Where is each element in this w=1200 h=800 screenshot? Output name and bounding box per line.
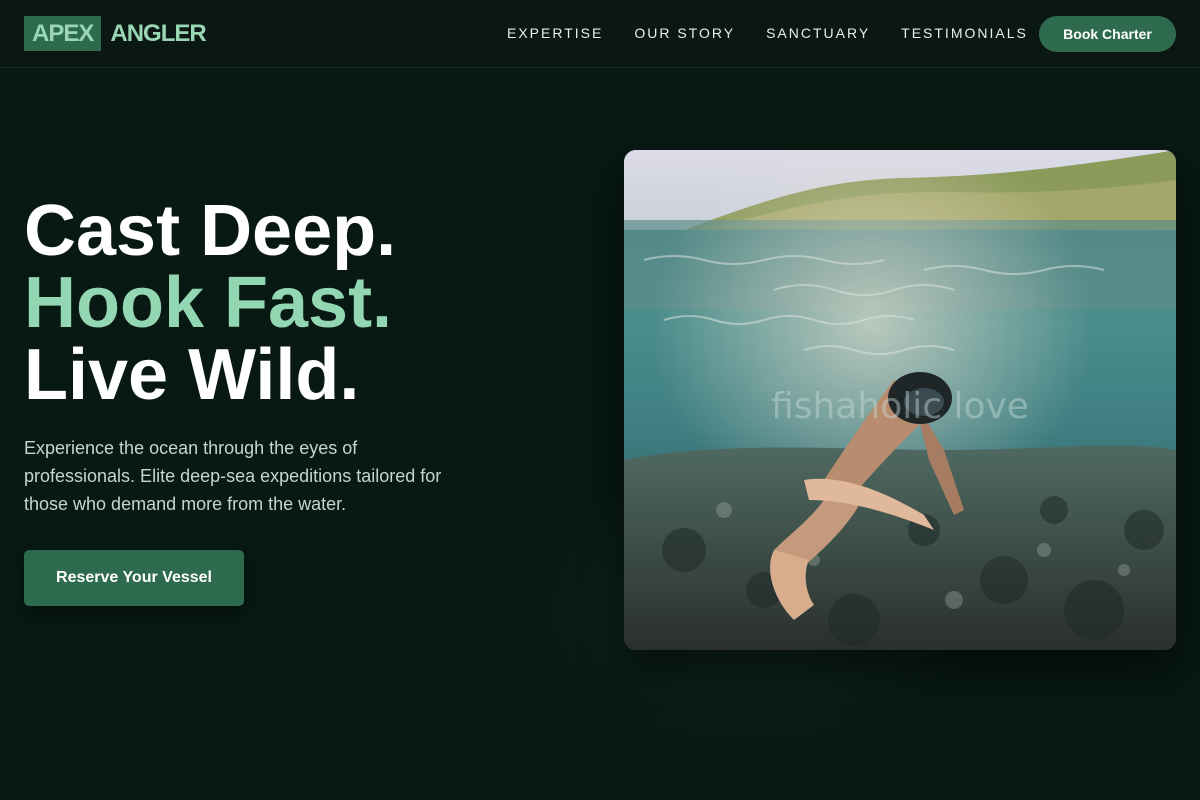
headline-line-3: Live Wild. (24, 335, 360, 415)
brand-logo-box: APEX (24, 16, 102, 51)
headline-line-2: Hook Fast. (24, 263, 393, 343)
hero-image: fishaholic love (624, 150, 1176, 650)
book-charter-button[interactable]: Book Charter (1039, 16, 1176, 52)
image-watermark: fishaholic love (771, 386, 1029, 427)
nav-link-testimonials[interactable]: TESTIMONIALS (901, 25, 1028, 41)
brand-logo[interactable]: APEX ANGLER (24, 16, 207, 51)
brand-logo-word: ANGLER (110, 20, 206, 47)
hero-headline: Cast Deep. Hook Fast. Live Wild. (24, 195, 396, 411)
nav-link-expertise[interactable]: EXPERTISE (507, 25, 603, 41)
reserve-vessel-button[interactable]: Reserve Your Vessel (24, 550, 244, 606)
hero-subtitle: Experience the ocean through the eyes of… (24, 438, 442, 514)
headline-line-1: Cast Deep. (24, 191, 397, 271)
nav-link-our-story[interactable]: OUR STORY (634, 25, 735, 41)
top-nav: APEX ANGLER EXPERTISE OUR STORY SANCTUAR… (0, 0, 1200, 68)
nav-link-sanctuary[interactable]: SANCTUARY (766, 25, 870, 41)
nav-links: EXPERTISE OUR STORY SANCTUARY TESTIMONIA… (507, 25, 1059, 41)
